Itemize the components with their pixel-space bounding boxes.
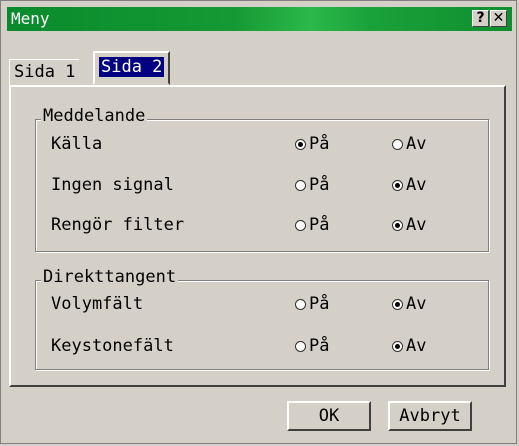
radio-button-icon (295, 341, 306, 352)
close-button[interactable]: ✕ (490, 10, 507, 27)
radio-label: Av (406, 175, 427, 195)
radio-keystonefalt-av[interactable]: Av (392, 336, 426, 356)
radio-button-icon (295, 220, 306, 231)
group-legend-direkttangent: Direkttangent (41, 267, 179, 287)
radio-label: På (309, 294, 330, 314)
radio-rengor-filter-pa[interactable]: På (295, 215, 329, 235)
radio-label: På (309, 175, 330, 195)
tab-sida-2[interactable]: Sida 2 (93, 51, 171, 85)
radio-rengor-filter-av[interactable]: Av (392, 215, 426, 235)
cancel-button[interactable]: Avbryt (388, 401, 472, 431)
radio-label: På (309, 336, 330, 356)
tab-sida-2-label: Sida 2 (99, 57, 165, 77)
title-bar[interactable]: Meny ? ✕ (7, 7, 512, 31)
radio-kalla-pa[interactable]: På (295, 134, 329, 154)
radio-keystonefalt-pa[interactable]: På (295, 336, 329, 356)
radio-button-icon (295, 299, 306, 310)
window-title: Meny (11, 9, 50, 28)
row-label-volymfalt: Volymfält (51, 294, 144, 314)
radio-label: Av (406, 294, 427, 314)
radio-button-icon (392, 139, 403, 150)
row-label-rengor-filter: Rengör filter (51, 215, 185, 235)
radio-button-icon (392, 180, 403, 191)
row-label-ingen-signal: Ingen signal (51, 175, 174, 195)
ok-button[interactable]: OK (287, 401, 371, 431)
radio-label: På (309, 215, 330, 235)
row-label-keystonefalt: Keystonefält (51, 336, 174, 356)
radio-label: Av (406, 336, 427, 356)
tab-sida-1[interactable]: Sida 1 (9, 59, 80, 85)
radio-button-icon (392, 299, 403, 310)
radio-label: På (309, 134, 330, 154)
radio-label: Av (406, 215, 427, 235)
radio-volymfalt-pa[interactable]: På (295, 294, 329, 314)
radio-kalla-av[interactable]: Av (392, 134, 426, 154)
radio-volymfalt-av[interactable]: Av (392, 294, 426, 314)
radio-button-icon (295, 180, 306, 191)
radio-button-icon (295, 139, 306, 150)
group-legend-meddelande: Meddelande (41, 106, 148, 126)
menu-window: Meny ? ✕ Sida 1 Sida 2 Meddelande Källa … (0, 0, 517, 444)
radio-button-icon (392, 341, 403, 352)
row-label-kalla: Källa (51, 134, 103, 154)
radio-ingen-signal-av[interactable]: Av (392, 175, 426, 195)
radio-button-icon (392, 220, 403, 231)
help-button[interactable]: ? (472, 10, 489, 27)
radio-label: Av (406, 134, 427, 154)
radio-ingen-signal-pa[interactable]: På (295, 175, 329, 195)
